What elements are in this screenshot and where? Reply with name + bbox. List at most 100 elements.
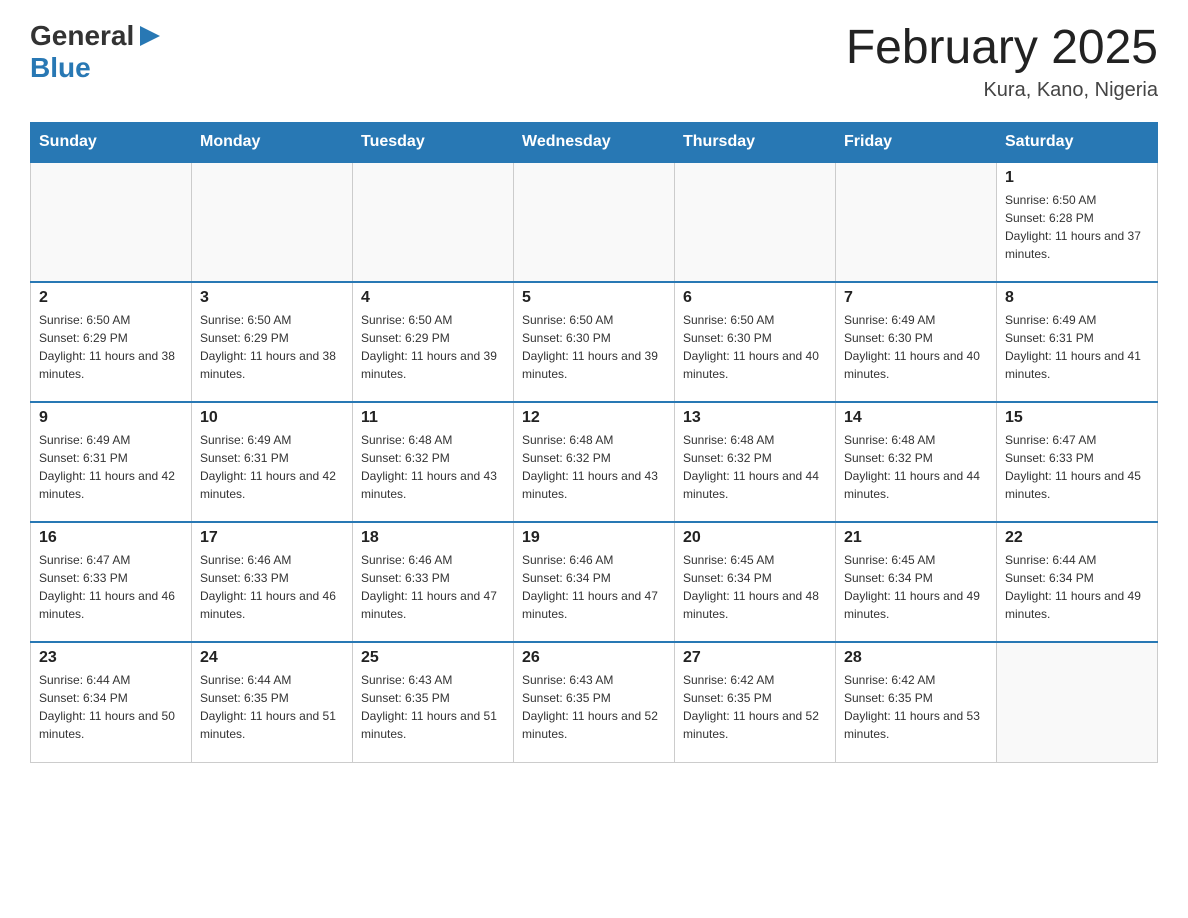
calendar-cell: 18Sunrise: 6:46 AMSunset: 6:33 PMDayligh… [353,522,514,642]
day-info: Sunrise: 6:45 AMSunset: 6:34 PMDaylight:… [683,551,827,623]
day-number: 24 [200,649,344,667]
day-info: Sunrise: 6:49 AMSunset: 6:31 PMDaylight:… [1005,311,1149,383]
day-info: Sunrise: 6:42 AMSunset: 6:35 PMDaylight:… [683,671,827,743]
weekday-header-wednesday: Wednesday [514,123,675,163]
day-number: 2 [39,289,183,307]
calendar-cell [997,642,1158,762]
calendar-cell: 3 Sunrise: 6:50 AMSunset: 6:29 PMDaylight… [192,282,353,402]
day-number: 11 [361,409,505,427]
day-info: Sunrise: 6:46 AMSunset: 6:33 PMDaylight:… [361,551,505,623]
calendar-cell: 26 Sunrise: 6:43 AMSunset: 6:35 PMDayligh… [514,642,675,762]
day-info: Sunrise: 6:50 AMSunset: 6:29 PMDaylight:… [39,311,183,383]
day-info: Sunrise: 6:50 AMSunset: 6:30 PMDaylight:… [522,311,666,383]
day-info: Sunrise: 6:49 AMSunset: 6:31 PMDaylight:… [200,431,344,503]
day-info: Sunrise: 6:50 AMSunset: 6:29 PMDaylight:… [200,311,344,383]
calendar-week-1: 1 Sunrise: 6:50 AMSunset: 6:28 PMDaylight… [31,162,1158,282]
day-info: Sunrise: 6:42 AMSunset: 6:35 PMDaylight:… [844,671,988,743]
logo-arrow-icon [136,22,164,50]
calendar-week-4: 16 Sunrise: 6:47 AMSunset: 6:33 PMDayligh… [31,522,1158,642]
day-info: Sunrise: 6:49 AMSunset: 6:31 PMDaylight:… [39,431,183,503]
logo-general-text: General [30,20,134,52]
weekday-header-monday: Monday [192,123,353,163]
calendar-cell: 2 Sunrise: 6:50 AMSunset: 6:29 PMDaylight… [31,282,192,402]
day-number: 9 [39,409,183,427]
weekday-header-sunday: Sunday [31,123,192,163]
calendar-cell: 22 Sunrise: 6:44 AMSunset: 6:34 PMDayligh… [997,522,1158,642]
day-number: 3 [200,289,344,307]
calendar-cell: 16 Sunrise: 6:47 AMSunset: 6:33 PMDayligh… [31,522,192,642]
page-header: General Blue February 2025 Kura, Kano, N… [30,20,1158,102]
calendar-week-3: 9 Sunrise: 6:49 AMSunset: 6:31 PMDaylight… [31,402,1158,522]
calendar-cell: 19Sunrise: 6:46 AMSunset: 6:34 PMDayligh… [514,522,675,642]
day-number: 5 [522,289,666,307]
calendar-cell: 28 Sunrise: 6:42 AMSunset: 6:35 PMDayligh… [836,642,997,762]
day-number: 13 [683,409,827,427]
calendar-cell: 10Sunrise: 6:49 AMSunset: 6:31 PMDayligh… [192,402,353,522]
calendar-cell: 9 Sunrise: 6:49 AMSunset: 6:31 PMDaylight… [31,402,192,522]
calendar-cell: 27 Sunrise: 6:42 AMSunset: 6:35 PMDayligh… [675,642,836,762]
day-info: Sunrise: 6:46 AMSunset: 6:33 PMDaylight:… [200,551,344,623]
logo: General Blue [30,20,164,84]
day-number: 23 [39,649,183,667]
calendar-cell: 8 Sunrise: 6:49 AMSunset: 6:31 PMDaylight… [997,282,1158,402]
day-info: Sunrise: 6:43 AMSunset: 6:35 PMDaylight:… [522,671,666,743]
calendar-cell: 21 Sunrise: 6:45 AMSunset: 6:34 PMDayligh… [836,522,997,642]
calendar-cell: 15Sunrise: 6:47 AMSunset: 6:33 PMDayligh… [997,402,1158,522]
day-number: 15 [1005,409,1149,427]
calendar-week-5: 23 Sunrise: 6:44 AMSunset: 6:34 PMDayligh… [31,642,1158,762]
day-number: 6 [683,289,827,307]
calendar-body: 1 Sunrise: 6:50 AMSunset: 6:28 PMDaylight… [31,162,1158,762]
day-info: Sunrise: 6:44 AMSunset: 6:34 PMDaylight:… [1005,551,1149,623]
day-number: 7 [844,289,988,307]
calendar-cell: 7 Sunrise: 6:49 AMSunset: 6:30 PMDaylight… [836,282,997,402]
day-number: 25 [361,649,505,667]
day-info: Sunrise: 6:50 AMSunset: 6:29 PMDaylight:… [361,311,505,383]
day-info: Sunrise: 6:48 AMSunset: 6:32 PMDaylight:… [683,431,827,503]
weekday-header-thursday: Thursday [675,123,836,163]
calendar-cell [192,162,353,282]
day-info: Sunrise: 6:48 AMSunset: 6:32 PMDaylight:… [522,431,666,503]
day-info: Sunrise: 6:48 AMSunset: 6:32 PMDaylight:… [361,431,505,503]
calendar-cell [836,162,997,282]
calendar-cell: 14 Sunrise: 6:48 AMSunset: 6:32 PMDayligh… [836,402,997,522]
day-number: 28 [844,649,988,667]
weekday-header-tuesday: Tuesday [353,123,514,163]
calendar-cell: 24 Sunrise: 6:44 AMSunset: 6:35 PMDayligh… [192,642,353,762]
day-info: Sunrise: 6:44 AMSunset: 6:34 PMDaylight:… [39,671,183,743]
calendar-cell: 23 Sunrise: 6:44 AMSunset: 6:34 PMDayligh… [31,642,192,762]
calendar-header: SundayMondayTuesdayWednesdayThursdayFrid… [31,123,1158,163]
day-number: 14 [844,409,988,427]
calendar-cell [514,162,675,282]
day-number: 22 [1005,529,1149,547]
weekday-header-saturday: Saturday [997,123,1158,163]
calendar-cell: 13 Sunrise: 6:48 AMSunset: 6:32 PMDayligh… [675,402,836,522]
day-info: Sunrise: 6:48 AMSunset: 6:32 PMDaylight:… [844,431,988,503]
weekday-header-friday: Friday [836,123,997,163]
day-info: Sunrise: 6:45 AMSunset: 6:34 PMDaylight:… [844,551,988,623]
day-info: Sunrise: 6:47 AMSunset: 6:33 PMDaylight:… [39,551,183,623]
calendar-cell: 25 Sunrise: 6:43 AMSunset: 6:35 PMDayligh… [353,642,514,762]
title-block: February 2025 Kura, Kano, Nigeria [846,20,1158,102]
day-number: 26 [522,649,666,667]
month-title: February 2025 [846,20,1158,75]
day-info: Sunrise: 6:43 AMSunset: 6:35 PMDaylight:… [361,671,505,743]
calendar-week-2: 2 Sunrise: 6:50 AMSunset: 6:29 PMDaylight… [31,282,1158,402]
day-number: 8 [1005,289,1149,307]
day-number: 4 [361,289,505,307]
calendar-cell: 6 Sunrise: 6:50 AMSunset: 6:30 PMDaylight… [675,282,836,402]
calendar-cell [353,162,514,282]
day-info: Sunrise: 6:50 AMSunset: 6:28 PMDaylight:… [1005,191,1149,263]
calendar-cell: 12Sunrise: 6:48 AMSunset: 6:32 PMDayligh… [514,402,675,522]
day-number: 21 [844,529,988,547]
logo-blue-text: Blue [30,52,91,84]
day-number: 1 [1005,169,1149,187]
day-info: Sunrise: 6:50 AMSunset: 6:30 PMDaylight:… [683,311,827,383]
calendar-cell: 20 Sunrise: 6:45 AMSunset: 6:34 PMDayligh… [675,522,836,642]
day-number: 17 [200,529,344,547]
day-number: 16 [39,529,183,547]
day-info: Sunrise: 6:49 AMSunset: 6:30 PMDaylight:… [844,311,988,383]
day-number: 27 [683,649,827,667]
calendar-cell: 4 Sunrise: 6:50 AMSunset: 6:29 PMDaylight… [353,282,514,402]
day-info: Sunrise: 6:44 AMSunset: 6:35 PMDaylight:… [200,671,344,743]
day-number: 20 [683,529,827,547]
